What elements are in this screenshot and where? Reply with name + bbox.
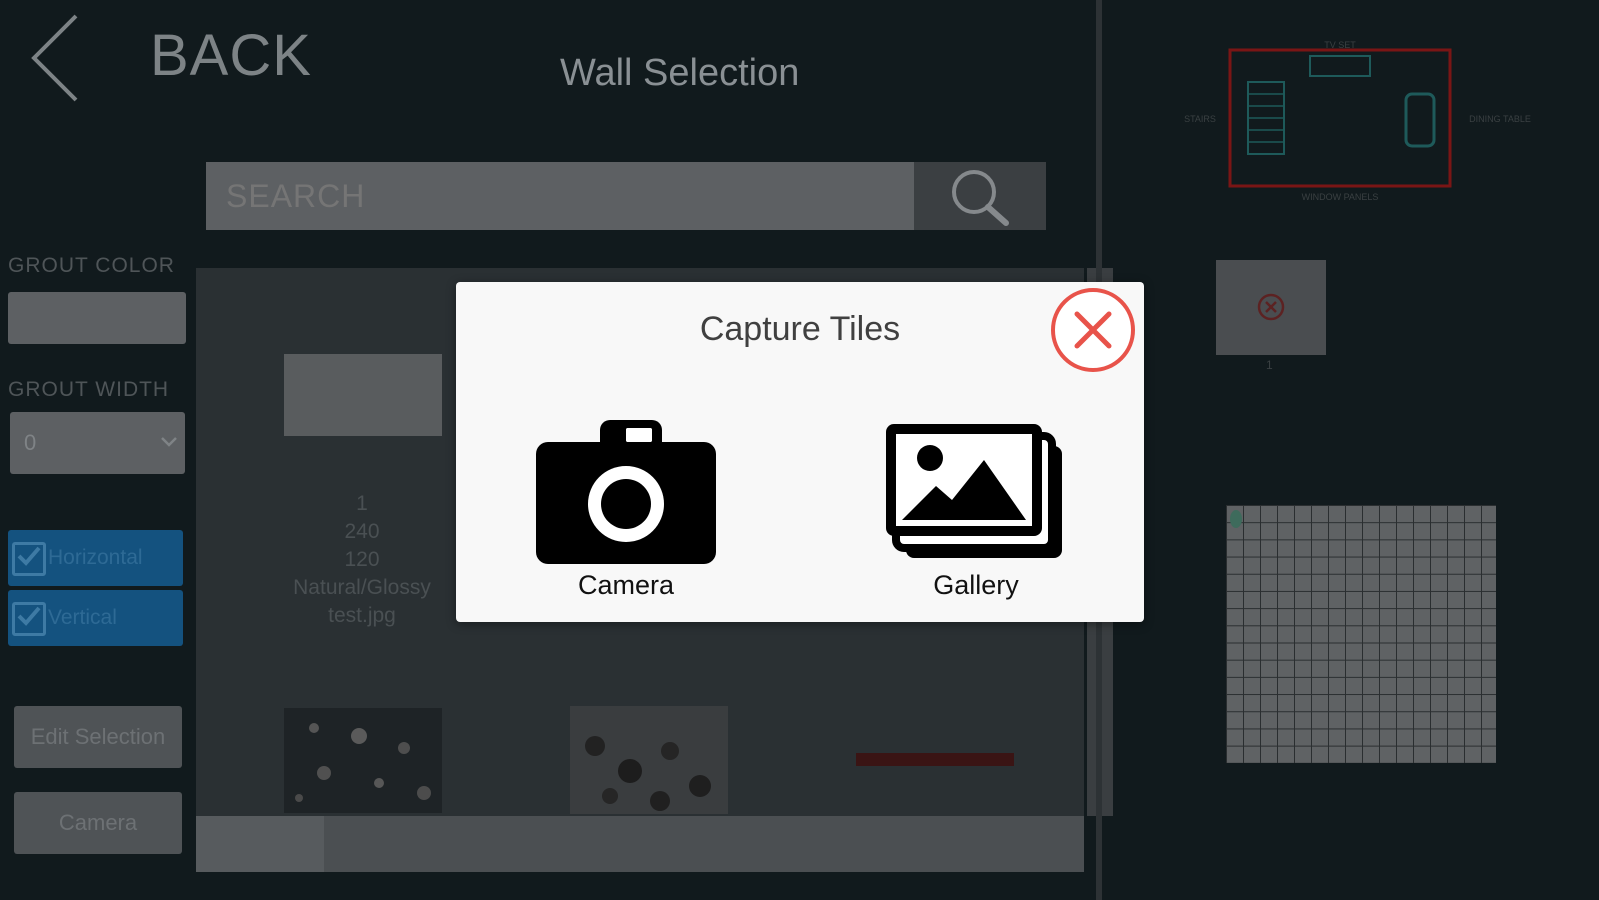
checkmark-icon (17, 546, 41, 566)
search-field[interactable] (206, 162, 914, 230)
plan-label-top: TV SET (1324, 40, 1356, 50)
camera-icon (536, 420, 716, 564)
search-button[interactable] (914, 162, 1046, 230)
plan-label-bottom: WINDOW PANELS (1302, 192, 1379, 202)
capture-tiles-dialog: Capture Tiles Camera Gallery (456, 282, 1144, 622)
plan-label-right: DINING TABLE (1469, 114, 1531, 124)
horizontal-checkbox[interactable]: Horizontal (8, 530, 183, 586)
gallery-option[interactable]: Gallery (886, 420, 1066, 610)
horizontal-label: Horizontal (48, 546, 143, 569)
grout-width-dropdown[interactable]: 0 (10, 412, 185, 474)
grout-width-label: GROUT WIDTH (8, 378, 170, 401)
horizontal-scrollbar[interactable] (196, 816, 1084, 872)
page-title: Wall Selection (560, 52, 800, 94)
back-chevron-icon[interactable] (28, 10, 88, 105)
vertical-checkbox[interactable]: Vertical (8, 590, 183, 646)
gallery-option-label: Gallery (933, 570, 1019, 600)
search-icon (952, 170, 1009, 226)
search-input[interactable] (206, 162, 914, 230)
chevron-down-icon (161, 437, 177, 447)
tile-thumbnail[interactable] (284, 708, 442, 813)
camera-option-label: Camera (577, 570, 675, 600)
leaf-icon (1230, 510, 1242, 528)
plan-label-left: STAIRS (1184, 114, 1216, 124)
edit-selection-button[interactable]: Edit Selection (14, 706, 182, 768)
grout-width-value: 0 (24, 430, 37, 455)
tile-pattern (295, 723, 431, 802)
floor-plan[interactable]: TV SET STAIRS DINING TABLE WINDOW PANELS (1170, 38, 1550, 208)
tile-pattern (585, 736, 711, 811)
grout-color-picker[interactable] (8, 292, 186, 344)
preview-tile[interactable] (1216, 260, 1326, 355)
tile-width: 240 (344, 520, 380, 543)
wall-tile-grid[interactable] (1226, 505, 1496, 763)
preview-caption: 1 (1266, 358, 1273, 372)
tile-info: 1 240 120 Natural/Glossy test.jpg (262, 490, 462, 630)
dialog-title: Capture Tiles (699, 310, 901, 348)
tile-filename: test.jpg (328, 604, 396, 627)
remove-icon[interactable] (1256, 292, 1286, 322)
gallery-icon (886, 424, 1062, 558)
tile-thumbnail[interactable] (284, 354, 442, 436)
tile-thumbnail[interactable] (856, 753, 1014, 766)
scrollbar-thumb[interactable] (196, 816, 324, 872)
tile-height: 120 (344, 548, 380, 571)
vertical-label: Vertical (48, 606, 117, 629)
close-button[interactable] (1051, 288, 1135, 372)
camera-option[interactable]: Camera (536, 420, 716, 610)
grout-color-label: GROUT COLOR (8, 254, 175, 277)
camera-button[interactable]: Camera (14, 792, 182, 854)
tile-finish: Natural/Glossy (293, 576, 431, 599)
back-button[interactable]: BACK (150, 22, 312, 89)
close-icon (1074, 311, 1112, 349)
tile-index: 1 (356, 492, 368, 515)
checkmark-icon (17, 606, 41, 626)
tile-thumbnail[interactable] (570, 706, 728, 814)
